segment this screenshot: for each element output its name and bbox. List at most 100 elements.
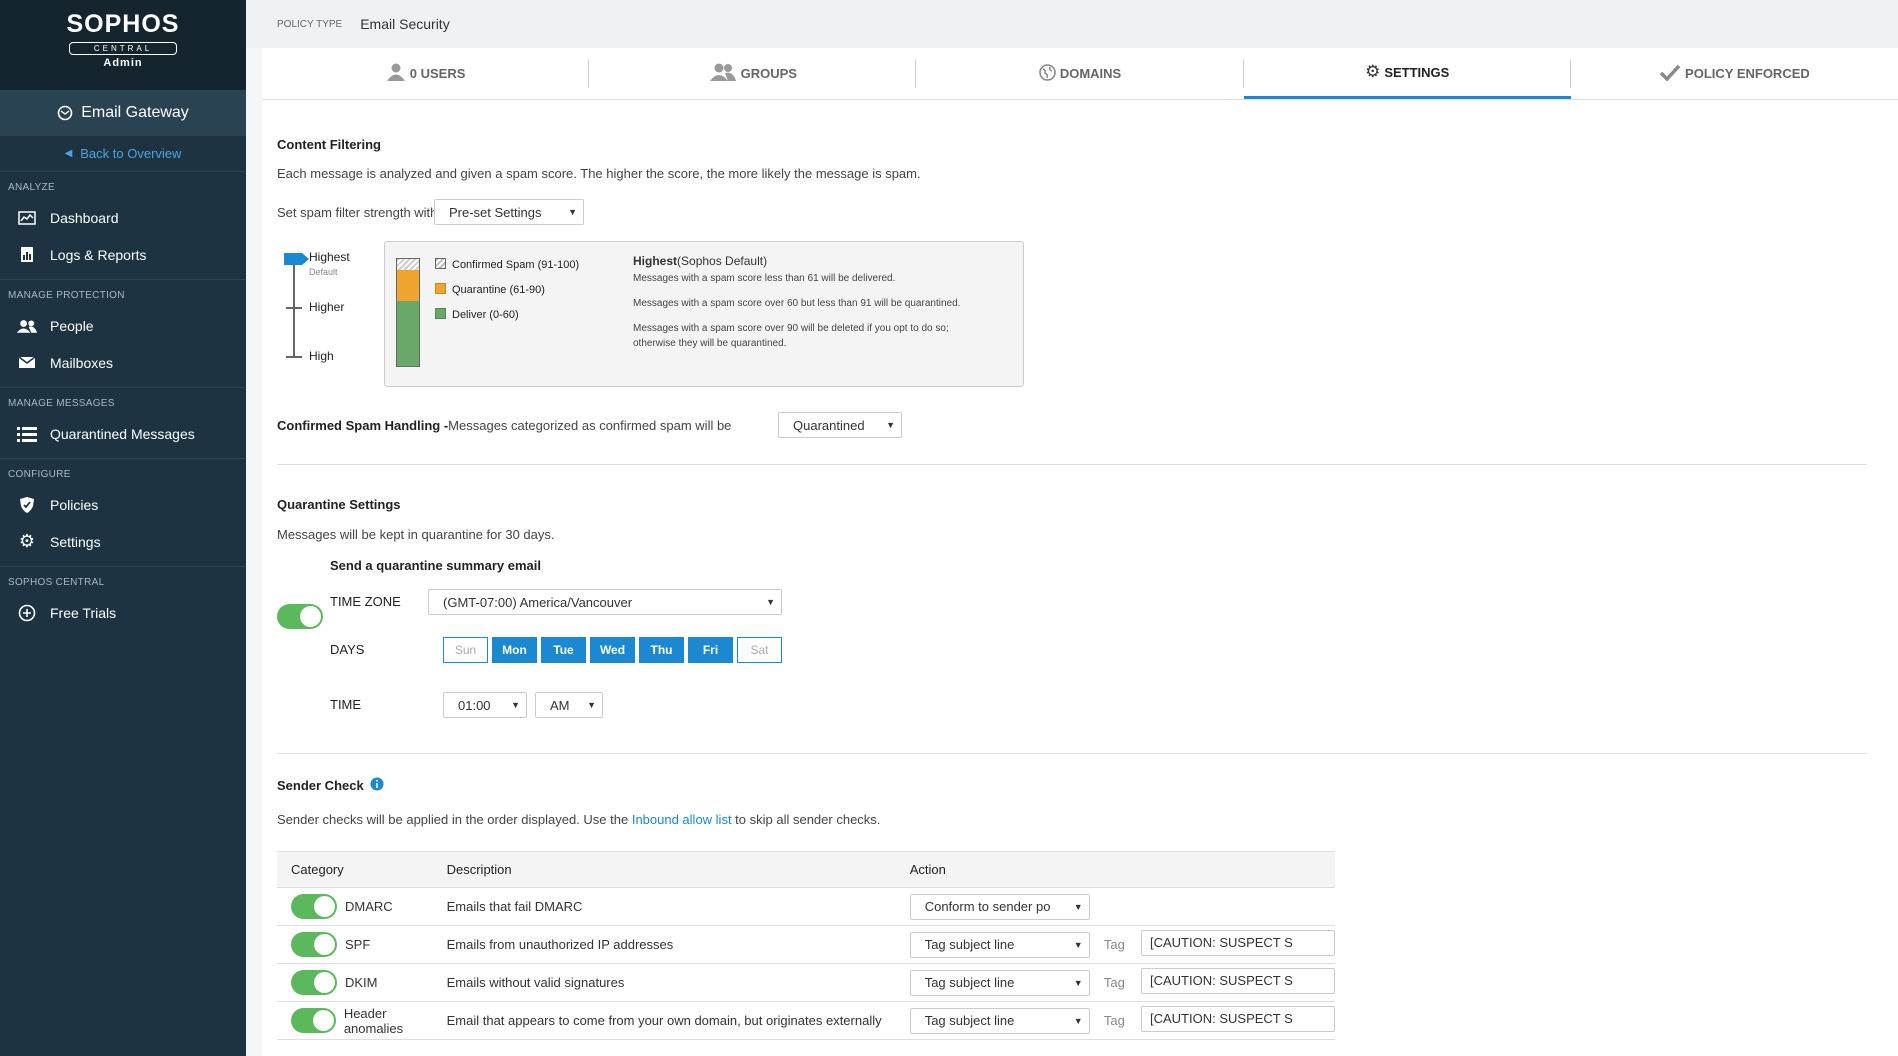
spf-tag-input[interactable]: [CAUTION: SUSPECT S (1141, 930, 1335, 956)
tab-settings[interactable]: ⚙ SETTINGS (1243, 48, 1572, 99)
content-filtering-desc: Each message is analyzed and given a spa… (277, 166, 921, 181)
day-mon[interactable]: Mon (492, 637, 537, 663)
sidebar-item-label: Free Trials (50, 604, 117, 621)
sidebar-item-logs-reports[interactable]: Logs & Reports (0, 236, 246, 273)
category-label: DMARC (345, 899, 393, 914)
sidebar-item-label: Mailboxes (50, 354, 114, 371)
deliver-swatch (435, 308, 446, 319)
policy-type-label: POLICY TYPE (277, 18, 343, 30)
table-row: Header anomalies Email that appears to c… (277, 1001, 1335, 1040)
dkim-toggle[interactable] (291, 970, 337, 995)
tag-label: Tag (1103, 1013, 1125, 1028)
nav-section-title: SOPHOS CENTRAL (8, 577, 105, 588)
tab-groups[interactable]: GROUPS (589, 48, 917, 99)
caret-down-icon: ▼ (568, 207, 577, 217)
level-higher[interactable]: Higher (309, 300, 344, 314)
action-cell: Conform to sender po ▼ (909, 887, 1104, 926)
role-label: Admin (103, 57, 143, 69)
category-label: DKIM (345, 975, 378, 990)
select-value: (GMT-07:00) America/Vancouver (443, 594, 633, 610)
nav-section-configure: CONFIGURE Policies ⚙ Settings (0, 459, 246, 567)
time-select[interactable]: 01:00 ▼ (443, 692, 527, 718)
slider-handle-icon[interactable] (284, 252, 310, 269)
product-title: Email Gateway (81, 104, 189, 121)
category-label: SPF (345, 937, 371, 952)
action-cell: Tag subject line ▼ (909, 963, 1104, 1002)
people-icon (16, 318, 38, 334)
info-icon[interactable] (370, 777, 384, 794)
header-anomalies-toggle[interactable] (291, 1008, 336, 1033)
confirmed-swatch (435, 258, 446, 269)
sidebar-item-quarantined-messages[interactable]: Quarantined Messages (0, 415, 246, 452)
sidebar-item-dashboard[interactable]: Dashboard (0, 199, 246, 236)
globe-icon (1039, 63, 1056, 84)
description-cell: Emails without valid signatures (446, 963, 910, 1002)
dkim-tag-input[interactable]: [CAUTION: SUSPECT S (1141, 968, 1335, 994)
legend-quarantine: Quarantine (61-90) (435, 283, 545, 296)
description-cell: Emails from unauthorized IP addresses (446, 925, 910, 964)
level-high[interactable]: High (309, 349, 334, 363)
policy-type-bar: POLICY TYPE Email Security (246, 0, 1898, 48)
ampm-select[interactable]: AM ▼ (535, 692, 603, 718)
deliver-segment (397, 301, 419, 366)
confirmed-spam-select[interactable]: Quarantined ▼ (778, 412, 902, 438)
day-wed[interactable]: Wed (590, 637, 635, 663)
sidebar-item-label: People (50, 317, 94, 334)
tag-label-cell: Tag (1103, 963, 1141, 1002)
header-anomalies-action-select[interactable]: Tag subject line ▼ (909, 1007, 1090, 1034)
tab-domains[interactable]: DOMAINS (916, 48, 1244, 99)
caret-down-icon: ▼ (1073, 1015, 1083, 1026)
day-thu[interactable]: Thu (639, 637, 684, 663)
sidebar-item-settings[interactable]: ⚙ Settings (0, 523, 246, 560)
sidebar-item-label: Dashboard (50, 209, 119, 226)
tag-label-cell: Tag (1103, 925, 1141, 964)
sidebar-item-free-trials[interactable]: Free Trials (0, 594, 246, 631)
inbound-allow-list-link[interactable]: Inbound allow list (632, 812, 732, 827)
select-value: Tag subject line (924, 1013, 1015, 1028)
sidebar-item-mailboxes[interactable]: Mailboxes (0, 344, 246, 381)
mailbox-icon (16, 356, 38, 369)
header-anomalies-tag-input[interactable]: [CAUTION: SUSPECT S (1141, 1006, 1335, 1032)
spf-action-select[interactable]: Tag subject line ▼ (909, 931, 1090, 958)
dkim-action-select[interactable]: Tag subject line ▼ (909, 969, 1090, 996)
spam-strength-select[interactable]: Pre-set Settings ▼ (434, 199, 584, 225)
day-sat[interactable]: Sat (737, 637, 782, 663)
nav-section-sophos-central: SOPHOS CENTRAL Free Trials (0, 567, 246, 637)
caret-down-icon: ▼ (587, 700, 596, 710)
nav-section-title: MANAGE PROTECTION (8, 290, 125, 301)
tag-label-cell: Tag (1103, 1001, 1141, 1040)
quarantine-summary-toggle[interactable] (277, 604, 323, 629)
sidebar-item-people[interactable]: People (0, 307, 246, 344)
sidebar-item-label: Logs & Reports (50, 246, 147, 263)
nav-section-manage-protection: MANAGE PROTECTION People Mailboxes (0, 280, 246, 388)
timezone-label: TIME ZONE (330, 594, 401, 609)
timezone-select[interactable]: (GMT-07:00) America/Vancouver ▼ (428, 589, 782, 615)
tab-policy-enforced[interactable]: POLICY ENFORCED (1571, 48, 1898, 99)
action-cell: Tag subject line ▼ (909, 925, 1104, 964)
nav-section-title: ANALYZE (8, 182, 55, 193)
tab-users[interactable]: 0 USERS (262, 48, 590, 99)
dmarc-toggle[interactable] (291, 894, 337, 919)
gear-icon: ⚙ (1365, 62, 1381, 81)
level-highest[interactable]: Highest (309, 250, 350, 264)
table-header-row: Category Description Action (277, 851, 1335, 888)
spf-toggle[interactable] (291, 932, 337, 957)
tab-label: GROUPS (740, 66, 797, 81)
dmarc-action-select[interactable]: Conform to sender po ▼ (909, 893, 1090, 920)
back-label: Back to Overview (80, 146, 182, 161)
caret-down-icon: ▼ (1073, 939, 1083, 950)
day-fri[interactable]: Fri (688, 637, 733, 663)
day-sun[interactable]: Sun (443, 637, 488, 663)
table-row: DKIM Emails without valid signatures Tag… (277, 963, 1335, 1002)
sidebar-item-label: Settings (50, 533, 101, 550)
sophos-logo[interactable]: SOPHOS CENTRAL Admin (0, 0, 246, 90)
back-to-overview-link[interactable]: ◀ Back to Overview (0, 136, 246, 172)
action-cell: Tag subject line ▼ (909, 1001, 1104, 1040)
reports-icon (16, 246, 38, 263)
quarantine-summary-label: Send a quarantine summary email (330, 558, 541, 573)
detail-title-level: Highest (633, 254, 678, 268)
day-tue[interactable]: Tue (541, 637, 586, 663)
sidebar-item-policies[interactable]: Policies (0, 486, 246, 523)
detail-line: Messages with a spam score over 90 will … (633, 323, 949, 334)
caret-down-icon: ▼ (886, 420, 895, 430)
